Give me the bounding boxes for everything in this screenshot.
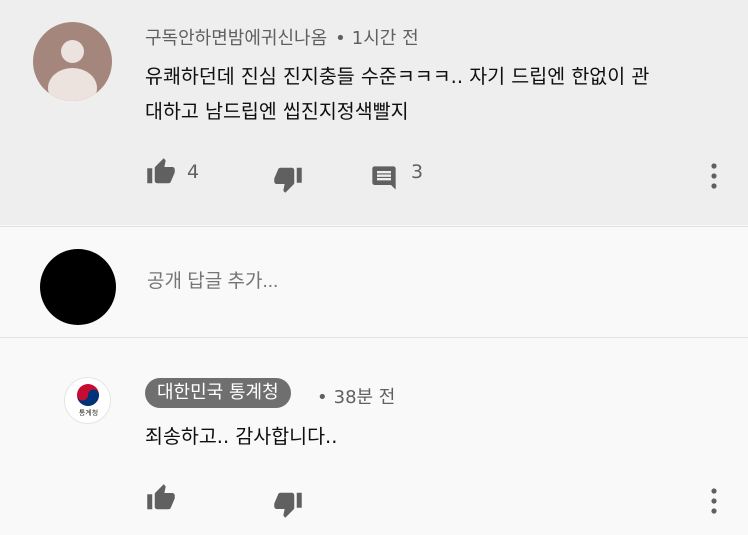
- reply-time[interactable]: 38분 전: [334, 387, 396, 408]
- thumb-up-icon[interactable]: [145, 483, 177, 513]
- like-count: 4: [187, 161, 200, 183]
- meta-separator: •: [335, 28, 346, 49]
- top-comment-text-line2: 대하고 남드립엔 씹진지정색빨지: [145, 100, 409, 123]
- thumb-up-icon[interactable]: [145, 157, 177, 187]
- top-comment-text-line1: 유쾌하던데 진심 진지충들 수준ㅋㅋㅋ.. 자기 드립엔 한없이 관: [145, 65, 650, 88]
- top-comment-author[interactable]: 구독안하면밤에귀신나옴: [145, 28, 327, 49]
- more-vert-icon[interactable]: [709, 162, 719, 190]
- thumb-down-icon[interactable]: [272, 164, 304, 194]
- channel-avatar[interactable]: 통계청: [64, 377, 111, 424]
- default-avatar-body-icon: [48, 68, 97, 101]
- top-comment-meta: 구독안하면밤에귀신나옴 • 1시간 전: [145, 24, 419, 50]
- top-comment-avatar[interactable]: [33, 22, 112, 101]
- reply-count: 3: [411, 161, 424, 183]
- channel-avatar-label: 통계청: [78, 409, 99, 417]
- top-comment-time[interactable]: 1시간 전: [352, 28, 419, 49]
- reply-text: 죄송하고.. 감사합니다..: [145, 425, 338, 448]
- more-vert-icon[interactable]: [709, 487, 719, 515]
- taegeuk-logo-icon: [77, 384, 99, 406]
- meta-separator: •: [317, 387, 328, 408]
- channel-owner-badge[interactable]: 대한민국 통계청: [145, 378, 291, 408]
- reply-input[interactable]: [145, 266, 709, 298]
- user-avatar[interactable]: [40, 249, 116, 325]
- thumb-down-icon[interactable]: [272, 489, 304, 519]
- reply-meta: • 38분 전: [309, 383, 395, 409]
- reply-icon[interactable]: [369, 164, 399, 192]
- top-comment-text: 유쾌하던데 진심 진지충들 수준ㅋㅋㅋ.. 자기 드립엔 한없이 관 대하고 남…: [145, 59, 735, 129]
- default-avatar-head-icon: [61, 40, 84, 63]
